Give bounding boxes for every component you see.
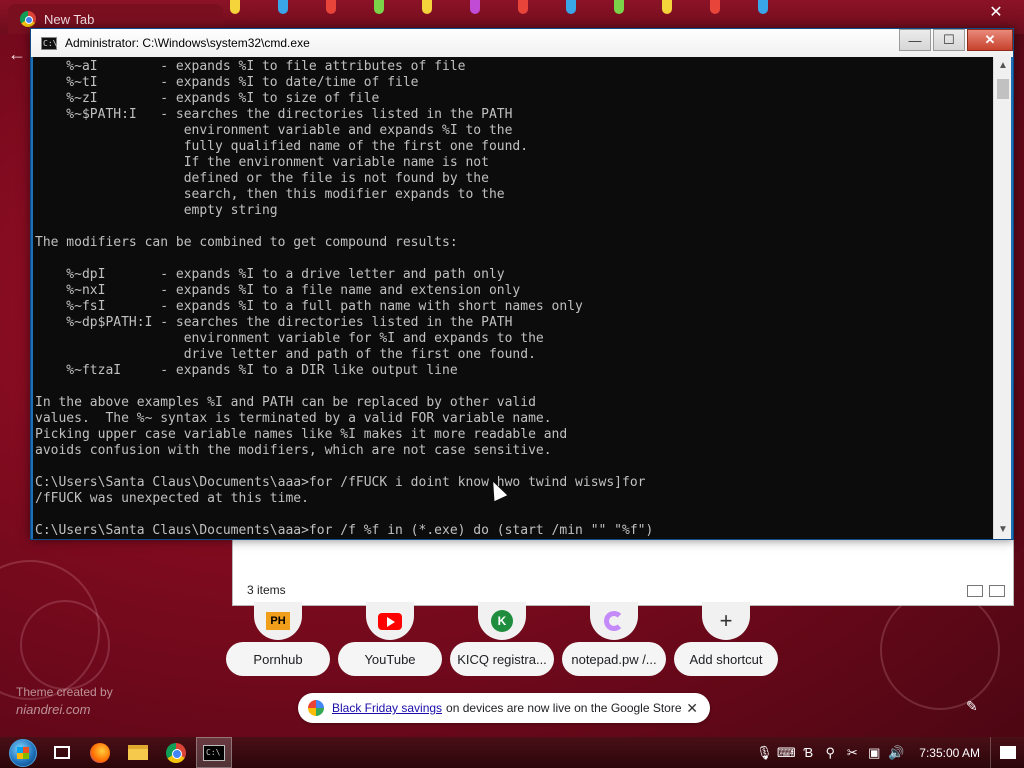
explorer-view-toggle (967, 585, 1005, 597)
details-view-icon[interactable] (967, 585, 983, 597)
customize-pencil-icon[interactable]: ✎ (966, 698, 978, 715)
taskbar-firefox[interactable] (82, 737, 118, 768)
scroll-down-icon[interactable]: ▼ (994, 521, 1012, 539)
google-icon (308, 700, 324, 716)
theme-credit: Theme created by niandrei.com (16, 684, 113, 718)
chrome-nav-area: ← (0, 34, 30, 94)
taskbar-chrome[interactable] (158, 737, 194, 768)
maximize-button[interactable]: ☐ (933, 29, 965, 51)
back-arrow-icon[interactable]: ← (0, 34, 30, 65)
start-button[interactable] (4, 737, 42, 768)
windows-logo-icon (9, 738, 37, 767)
youtube-icon (378, 612, 402, 630)
notification-icon (999, 746, 1016, 759)
shortcut-add[interactable]: + Add shortcut (674, 602, 778, 676)
cmd-icon: C:\ (203, 744, 225, 761)
chrome-icon (166, 742, 186, 763)
shortcut-label: notepad.pw /... (562, 642, 666, 676)
task-view-icon (54, 746, 70, 759)
shortcut-pornhub[interactable]: PH Pornhub (226, 602, 330, 676)
wrench-icon[interactable]: ✂ (841, 745, 863, 761)
pornhub-icon: PH (266, 612, 290, 630)
minimize-button[interactable]: — (899, 29, 931, 51)
wallpaper-swirl (20, 600, 110, 690)
large-icons-view-icon[interactable] (989, 585, 1005, 597)
taskbar-cmd[interactable]: C:\ (196, 737, 232, 768)
chrome-close-icon[interactable]: ✕ (976, 2, 1016, 22)
promo-text: on devices are now live on the Google St… (446, 701, 682, 715)
google-store-promo: Black Friday savings on devices are now … (298, 693, 710, 723)
shortcut-tiles: PH Pornhub YouTube K KICQ registra... no… (226, 602, 778, 676)
cmd-app-icon: C:\ (41, 36, 58, 50)
shortcut-youtube[interactable]: YouTube (338, 602, 442, 676)
chrome-favicon-icon (20, 11, 36, 27)
taskbar-task-view[interactable] (44, 737, 80, 768)
christmas-lights (230, 0, 830, 14)
cmd-titlebar[interactable]: C:\ Administrator: C:\Windows\system32\c… (31, 29, 1013, 57)
scroll-thumb[interactable] (997, 79, 1009, 99)
ime-icon[interactable]: Ɓ (797, 745, 819, 760)
cmd-console[interactable]: %~aI - expands %I to file attributes of … (33, 57, 995, 539)
notepad-icon (604, 611, 624, 631)
network-icon[interactable]: ▣ (863, 745, 885, 761)
theme-credit-site[interactable]: niandrei.com (16, 701, 113, 718)
wallpaper-swirl (880, 590, 1000, 710)
shortcut-notepad[interactable]: notepad.pw /... (562, 602, 666, 676)
shortcut-label: KICQ registra... (450, 642, 554, 676)
kicq-icon: K (491, 610, 513, 632)
shortcut-kicq[interactable]: K KICQ registra... (450, 602, 554, 676)
plus-icon: + (719, 608, 733, 633)
explorer-items-count: 3 items (247, 583, 286, 597)
action-center-button[interactable] (990, 737, 1024, 768)
folder-icon (128, 745, 148, 760)
shortcut-label: Add shortcut (674, 642, 778, 676)
theme-credit-line: Theme created by (16, 685, 113, 699)
system-tray: 🎙 ⌨ Ɓ ⚲ ✂ ▣ 🔊 7:35:00 AM (753, 737, 1024, 768)
promo-close-icon[interactable]: ✕ (686, 700, 698, 717)
scroll-up-icon[interactable]: ▲ (994, 57, 1012, 75)
mic-icon[interactable]: 🎙 (753, 745, 775, 761)
cmd-output-text: %~aI - expands %I to file attributes of … (35, 59, 654, 538)
keyboard-icon[interactable]: ⌨ (775, 745, 797, 761)
taskbar: C:\ 🎙 ⌨ Ɓ ⚲ ✂ ▣ 🔊 7:35:00 AM (0, 737, 1024, 768)
cmd-window-controls: — ☐ ✕ (897, 29, 1013, 51)
chrome-tab-title: New Tab (44, 11, 95, 27)
file-explorer-window: 3 items (232, 538, 1014, 606)
shortcut-label: YouTube (338, 642, 442, 676)
firefox-icon (90, 742, 110, 763)
cmd-window[interactable]: C:\ Administrator: C:\Windows\system32\c… (30, 28, 1014, 540)
shortcut-label: Pornhub (226, 642, 330, 676)
taskbar-clock[interactable]: 7:35:00 AM (919, 746, 980, 760)
cmd-scrollbar[interactable]: ▲ ▼ (993, 57, 1011, 539)
taskbar-explorer[interactable] (120, 737, 156, 768)
search-icon[interactable]: ⚲ (819, 745, 841, 761)
volume-icon[interactable]: 🔊 (885, 745, 907, 761)
cmd-window-title: Administrator: C:\Windows\system32\cmd.e… (65, 36, 310, 50)
close-button[interactable]: ✕ (967, 29, 1013, 51)
promo-link[interactable]: Black Friday savings (332, 701, 442, 715)
